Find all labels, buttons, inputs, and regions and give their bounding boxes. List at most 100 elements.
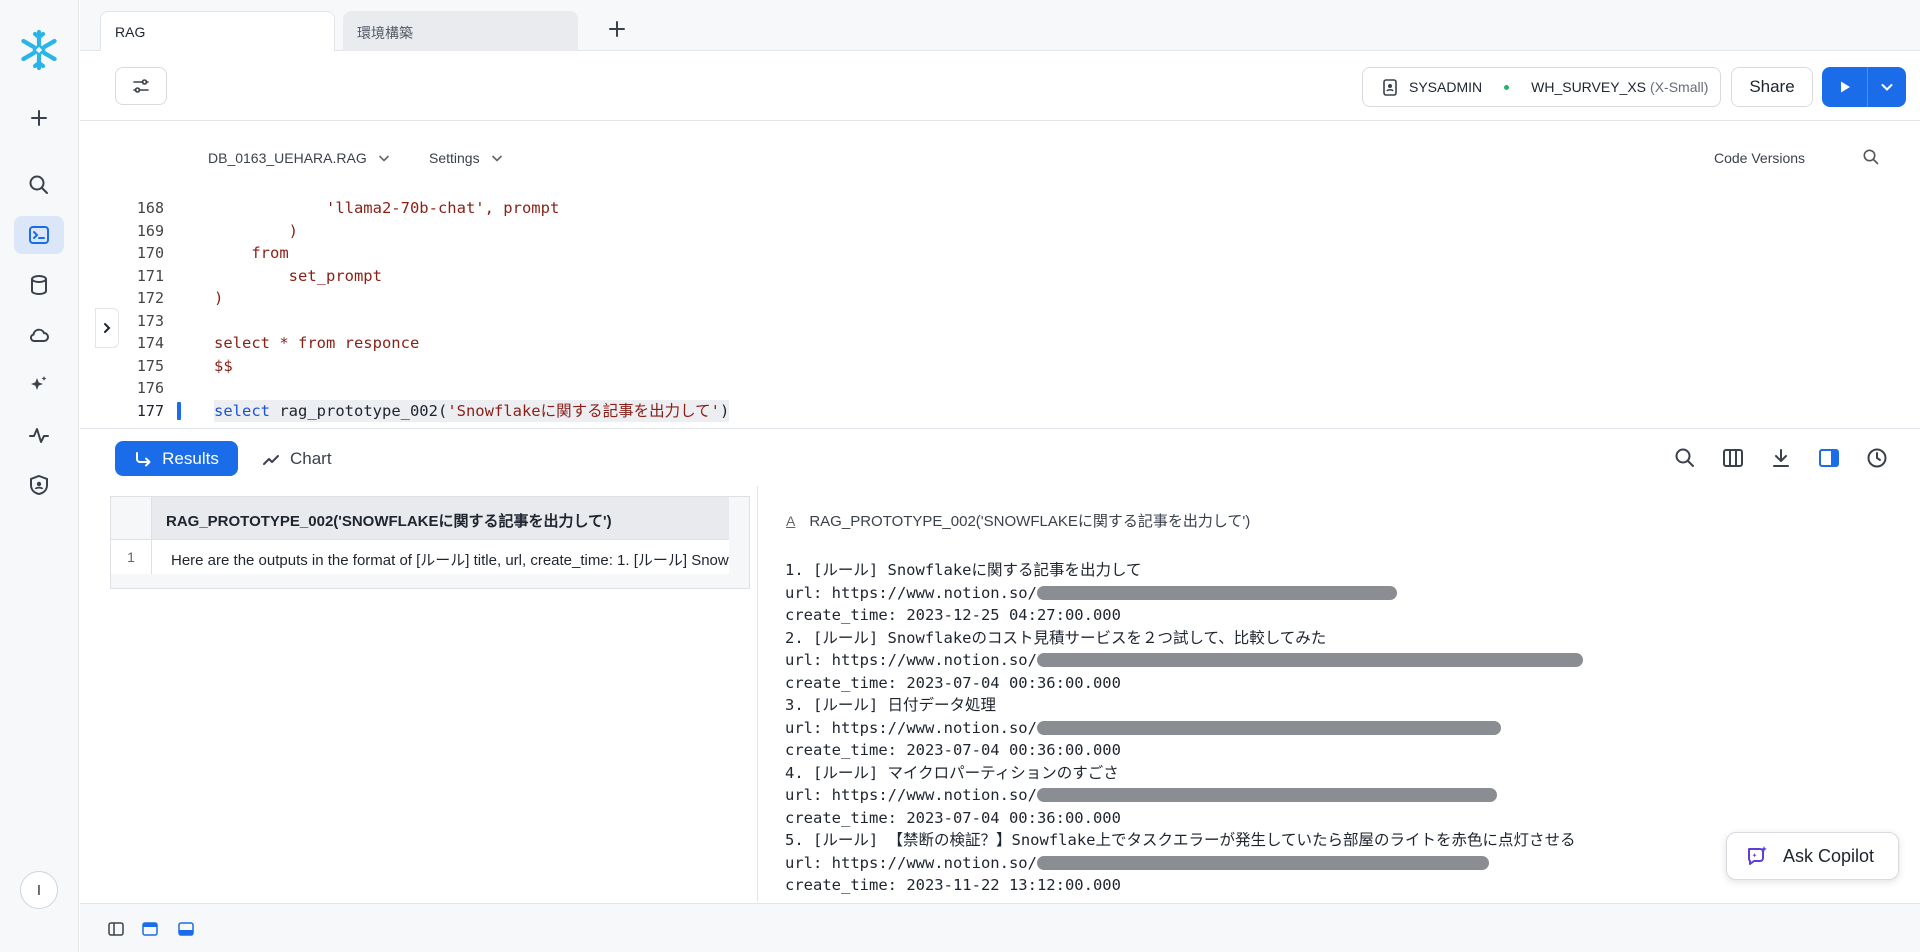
code-text: $$ xyxy=(214,356,233,375)
code-text: select * from responce xyxy=(214,334,420,352)
admin-shield-icon[interactable] xyxy=(14,466,64,504)
ask-copilot-label: Ask Copilot xyxy=(1783,845,1875,866)
entry-url: url: https://www.notion.so/ xyxy=(785,852,1583,875)
code-line: 169 ) xyxy=(80,220,1920,242)
database-icon[interactable] xyxy=(14,266,64,304)
redacted-url-segment xyxy=(1036,720,1501,735)
search-icon xyxy=(1675,448,1694,467)
plain-token: ) xyxy=(720,401,730,420)
expand-sidebar-button[interactable] xyxy=(95,308,119,348)
role-warehouse-selector[interactable]: SYSADMIN WH_SURVEY_XS (X-Small) xyxy=(1362,67,1721,107)
share-button[interactable]: Share xyxy=(1731,67,1813,107)
line-number: 175 xyxy=(136,356,164,375)
redacted-url-segment xyxy=(1036,585,1397,600)
worksheet-toolbar: SYSADMIN WH_SURVEY_XS (X-Small) Share xyxy=(80,51,1920,121)
code-line: 176 xyxy=(80,377,1920,399)
results-tab-button[interactable]: Results xyxy=(115,441,238,476)
warehouse-label: WH_SURVEY_XS xyxy=(1531,79,1647,95)
code-line: 174 select * from responce xyxy=(80,332,1920,354)
entry-url: url: https://www.notion.so/ xyxy=(785,582,1583,605)
code-editor[interactable]: 168 'llama2-70b-chat', prompt 169 ) 170 … xyxy=(80,192,1920,428)
line-number: 177 xyxy=(136,401,164,420)
entry-url: url: https://www.notion.so/ xyxy=(785,784,1583,807)
download-icon xyxy=(1773,449,1789,467)
cloud-icon[interactable] xyxy=(14,316,64,354)
entry-create-time: create_time: 2023-07-04 00:36:00.000 xyxy=(785,808,1121,827)
toggle-left-panel-icon[interactable] xyxy=(107,920,125,938)
line-number: 170 xyxy=(136,244,164,262)
toggle-bottom-panel-icon[interactable] xyxy=(177,920,195,938)
results-grid-pane: RAG_PROTOTYPE_002('SNOWFLAKEに関する記事を出力して'… xyxy=(80,486,758,902)
chevron-down-icon xyxy=(1881,84,1893,91)
chart-label: Chart xyxy=(290,448,332,468)
ai-sparkle-icon[interactable] xyxy=(14,366,64,404)
filters-button[interactable] xyxy=(115,67,167,105)
redacted-url-segment xyxy=(1036,653,1583,667)
editor-search-button[interactable] xyxy=(1862,148,1880,169)
plus-icon xyxy=(609,21,625,37)
entry-title: 5. [ルール] 【禁断の検証？】Snowflake上でタスクエラーが発生してい… xyxy=(785,831,1576,849)
toggle-top-panel-icon[interactable] xyxy=(141,920,159,938)
layout-bottom-bar xyxy=(80,903,1920,952)
role-badge-icon xyxy=(1383,79,1397,96)
code-line: 173 xyxy=(80,310,1920,332)
code-line: 168 'llama2-70b-chat', prompt xyxy=(80,197,1920,219)
entry-url: url: https://www.notion.so/ xyxy=(785,649,1583,672)
code-line: 171 set_prompt xyxy=(80,265,1920,287)
chevron-down-icon xyxy=(491,155,502,162)
line-number: 176 xyxy=(136,379,164,397)
snowflake-logo-icon[interactable] xyxy=(17,28,61,72)
ask-copilot-button[interactable]: Ask Copilot xyxy=(1726,832,1899,880)
add-tab-button[interactable] xyxy=(605,17,629,41)
split-panel-button[interactable] xyxy=(1816,445,1842,471)
history-button[interactable] xyxy=(1864,445,1890,471)
worksheets-icon[interactable] xyxy=(14,216,64,254)
code-text: select rag_prototype_002('Snowflakeに関する記… xyxy=(214,399,730,422)
left-nav-rail: I xyxy=(0,0,79,952)
columns-icon xyxy=(1723,449,1743,467)
results-label: Results xyxy=(162,448,219,468)
string-token: 'Snowflakeに関する記事を出力して' xyxy=(447,401,720,420)
add-icon[interactable] xyxy=(14,99,64,137)
code-text: 'llama2-70b-chat', prompt xyxy=(214,199,560,217)
code-text: ) xyxy=(214,289,224,307)
user-avatar[interactable]: I xyxy=(20,871,58,909)
role-label: SYSADMIN xyxy=(1409,79,1483,95)
tab-rag[interactable]: RAG xyxy=(100,11,335,51)
search-icon xyxy=(1863,149,1879,165)
play-icon xyxy=(1840,81,1850,93)
settings-dropdown[interactable]: Settings xyxy=(429,150,504,166)
line-number: 172 xyxy=(136,289,164,307)
columns-button[interactable] xyxy=(1720,445,1746,471)
entry-title: 2. [ルール] Snowflakeのコスト見積サービスを２つ試して、比較してみ… xyxy=(785,628,1327,647)
run-options-dropdown[interactable] xyxy=(1868,67,1906,107)
share-label: Share xyxy=(1749,77,1795,96)
column-header[interactable]: RAG_PROTOTYPE_002('SNOWFLAKEに関する記事を出力して'… xyxy=(152,497,729,540)
chevron-down-icon xyxy=(378,155,389,162)
detail-title: RAG_PROTOTYPE_002('SNOWFLAKEに関する記事を出力して'… xyxy=(809,513,1251,530)
table-cell[interactable]: Here are the outputs in the format of [ル… xyxy=(152,540,729,574)
search-results-button[interactable] xyxy=(1672,445,1698,471)
return-arrow-icon xyxy=(136,451,151,466)
editor-header: DB_0163_UEHARA.RAG Settings Code Version… xyxy=(80,122,1920,192)
entry-create-time: create_time: 2023-11-22 13:12:00.000 xyxy=(785,876,1121,894)
tab-environment[interactable]: 環境構築 xyxy=(343,11,578,51)
tab-label: 環境構築 xyxy=(357,25,413,41)
activity-icon[interactable] xyxy=(14,416,64,454)
code-versions-link[interactable]: Code Versions xyxy=(1714,150,1805,166)
code-text: from xyxy=(214,244,289,262)
text-type-icon: A xyxy=(786,512,796,529)
copilot-icon xyxy=(1748,846,1767,865)
search-icon[interactable] xyxy=(14,166,64,204)
code-text: set_prompt xyxy=(214,266,382,285)
chart-tab-button[interactable]: Chart xyxy=(262,441,332,476)
database-selector[interactable]: DB_0163_UEHARA.RAG xyxy=(208,150,391,166)
entry-create-time: create_time: 2023-07-04 00:36:00.000 xyxy=(785,741,1121,759)
row-number: 1 xyxy=(111,540,152,574)
download-button[interactable] xyxy=(1768,445,1794,471)
run-button-group xyxy=(1822,67,1906,107)
redacted-url-segment xyxy=(1036,788,1497,802)
detail-content[interactable]: 1. [ルール] Snowflakeに関する記事を出力して url: https:… xyxy=(785,559,1583,897)
run-button[interactable] xyxy=(1822,67,1868,107)
entry-title: 3. [ルール] 日付データ処理 xyxy=(785,696,996,714)
